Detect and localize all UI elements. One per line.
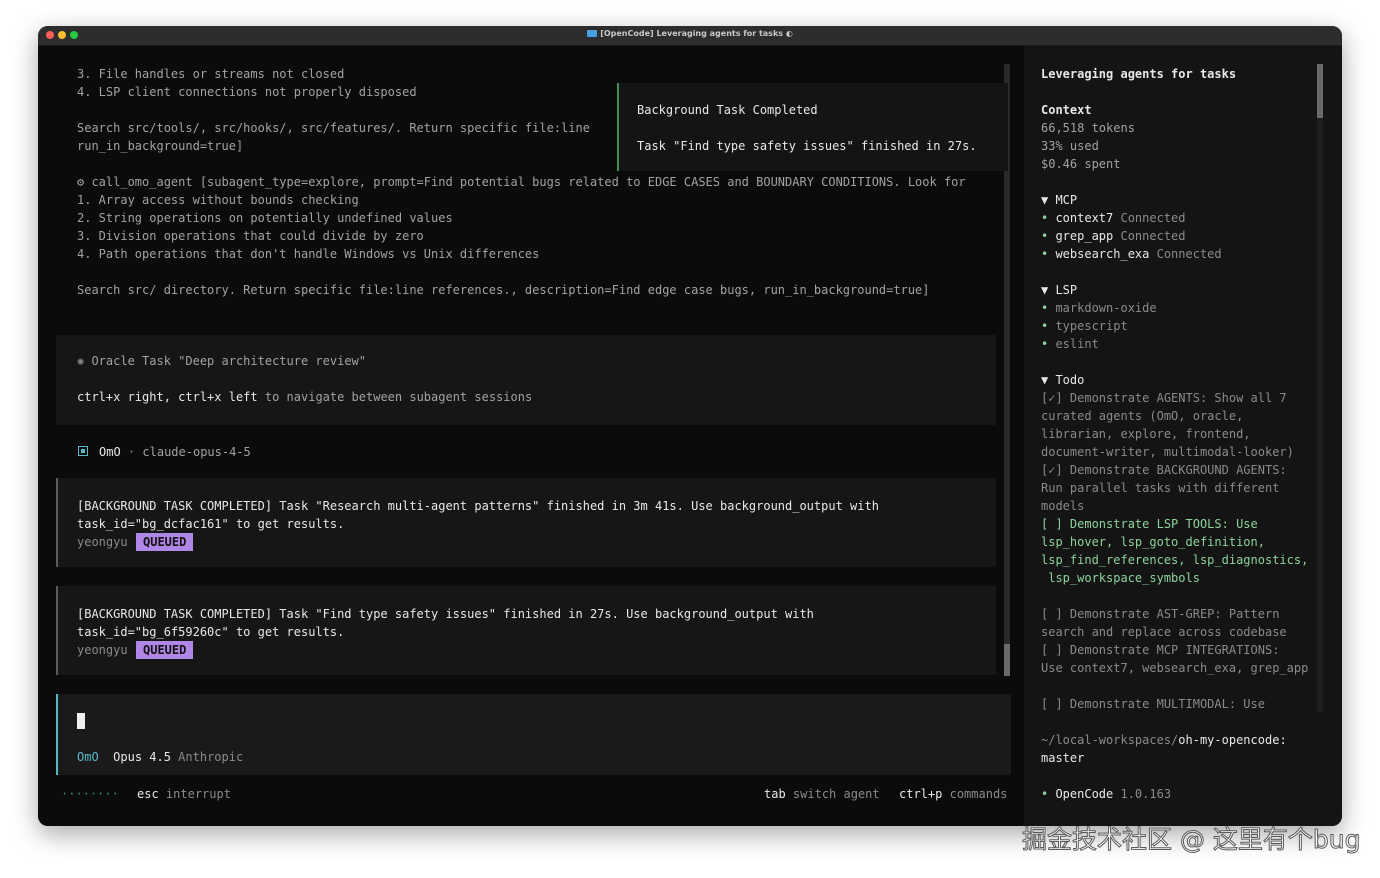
message-user: yeongyu (77, 643, 128, 657)
background-task-toast[interactable]: Background Task Completed Task "Find typ… (617, 83, 1008, 171)
message-text: task_id="bg_6f59260c" to get results. (77, 625, 345, 639)
context-spent: $0.46 spent (1041, 157, 1121, 171)
output-line: 2. String operations on potentially unde… (77, 211, 453, 225)
context-heading: Context (1041, 103, 1092, 117)
todo-section-toggle[interactable]: ▼ Todo (1041, 371, 1084, 389)
status-dot-icon: • (1041, 211, 1056, 225)
watermark: 掘金技术社区 @ 这里有个bug (1021, 825, 1361, 855)
sidebar-scrollbar[interactable] (1317, 64, 1323, 712)
mcp-item: • context7 Connected (1041, 211, 1186, 225)
sidebar: Leveraging agents for tasks Context 66,5… (1024, 46, 1342, 826)
lsp-section-toggle[interactable]: ▼ LSP (1041, 281, 1077, 299)
output-line: 1. Array access without bounds checking (77, 193, 359, 207)
agent-model-line: OmO · claude-opus-4-5 (99, 445, 251, 459)
context-used: 33% used (1041, 139, 1099, 153)
context-tokens: 66,518 tokens (1041, 121, 1135, 135)
todo-line: document-writer, multimodal-looker) (1041, 445, 1294, 459)
commands-hint[interactable]: ctrl+p commands (899, 785, 1007, 803)
triangle-down-icon: ▼ (1041, 193, 1056, 207)
output-line: 3. Division operations that could divide… (77, 229, 424, 243)
todo-line: Run parallel tasks with different (1041, 481, 1280, 495)
queued-badge: QUEUED (136, 641, 194, 659)
message-text: [BACKGROUND TASK COMPLETED] Task "Find t… (77, 607, 814, 621)
text-cursor (77, 713, 85, 729)
todo-line: search and replace across codebase (1041, 625, 1287, 639)
toast-title: Background Task Completed (637, 103, 818, 117)
git-branch: master (1041, 751, 1085, 765)
session-pane: 3. File handles or streams not closed 4.… (38, 46, 1024, 826)
message-text: [BACKGROUND TASK COMPLETED] Task "Resear… (77, 499, 879, 513)
switch-agent-hint[interactable]: tab switch agent (764, 785, 880, 803)
terminal-window: [OpenCode] Leveraging agents for tasks ◐… (38, 26, 1342, 826)
status-dot-icon: • (1041, 229, 1056, 243)
queued-message[interactable]: [BACKGROUND TASK COMPLETED] Task "Find t… (56, 586, 996, 675)
gear-icon: ⚙ (77, 175, 92, 189)
output-line: Search src/tools/, src/hooks/, src/featu… (77, 121, 590, 135)
todo-line-active: lsp_find_references, lsp_diagnostics, (1041, 553, 1309, 567)
app-version: • OpenCode 1.0.163 (1041, 787, 1172, 801)
status-dot-icon: • (1041, 787, 1056, 801)
todo-line: models (1041, 499, 1085, 513)
input-border (56, 694, 58, 775)
interrupt-hint[interactable]: esc interrupt (137, 785, 231, 803)
scrollbar-thumb[interactable] (1004, 644, 1010, 676)
agent-indicator-icon (78, 446, 88, 456)
lsp-item: • eslint (1041, 337, 1099, 351)
session-title: Leveraging agents for tasks (1041, 67, 1237, 81)
todo-line: Use context7, websearch_exa, grep_app (1041, 661, 1309, 675)
scrollbar-thumb[interactable] (1317, 64, 1323, 118)
todo-line: [✓] Demonstrate AGENTS: Show all 7 (1041, 391, 1287, 405)
status-dot-icon: • (1041, 337, 1056, 351)
triangle-down-icon: ▼ (1041, 373, 1056, 387)
spinner-icon: ✺ (77, 354, 92, 368)
mcp-section-toggle[interactable]: ▼ MCP (1041, 191, 1077, 209)
triangle-down-icon: ▼ (1041, 283, 1056, 297)
todo-line: [✓] Demonstrate BACKGROUND AGENTS: (1041, 463, 1287, 477)
toast-body: Task "Find type safety issues" finished … (637, 139, 977, 153)
output-line: 4. LSP client connections not properly d… (77, 85, 417, 99)
lsp-item: • markdown-oxide (1041, 301, 1157, 315)
prompt-input[interactable]: OmO Opus 4.5 Anthropic (56, 694, 1011, 775)
status-dot-icon: • (1041, 247, 1056, 261)
queued-message[interactable]: [BACKGROUND TASK COMPLETED] Task "Resear… (56, 478, 996, 567)
workspace-path: ~/local-workspaces/oh-my-opencode: (1041, 733, 1287, 747)
todo-line-active: lsp_hover, lsp_goto_definition, (1041, 535, 1265, 549)
todo-line: curated agents (OmO, oracle, (1041, 409, 1244, 423)
todo-line: [ ] Demonstrate AST-GREP: Pattern (1041, 607, 1280, 621)
navigation-hint: ctrl+x right, ctrl+x left to navigate be… (77, 390, 533, 404)
output-line: run_in_background=true] (77, 139, 244, 153)
subagent-panel[interactable]: ✺ Oracle Task "Deep architecture review"… (56, 335, 996, 425)
message-user: yeongyu (77, 535, 128, 549)
todo-line: [ ] Demonstrate MULTIMODAL: Use (1041, 697, 1265, 711)
mcp-item: • websearch_exa Connected (1041, 247, 1222, 261)
output-line: 4. Path operations that don't handle Win… (77, 247, 540, 261)
lsp-item: • typescript (1041, 319, 1128, 333)
input-model-line: OmO Opus 4.5 Anthropic (77, 750, 244, 764)
message-border (56, 586, 58, 675)
mcp-item: • grep_app Connected (1041, 229, 1186, 243)
queued-badge: QUEUED (136, 533, 194, 551)
tool-call-line: ⚙ call_omo_agent [subagent_type=explore,… (77, 175, 966, 189)
message-border (56, 478, 58, 567)
todo-line: librarian, explore, frontend, (1041, 427, 1251, 441)
todo-line-active: [ ] Demonstrate LSP TOOLS: Use (1041, 517, 1258, 531)
status-dot-icon: • (1041, 301, 1056, 315)
activity-dots: ········ (61, 787, 119, 801)
output-line: 3. File handles or streams not closed (77, 67, 345, 81)
todo-line: [ ] Demonstrate MCP INTEGRATIONS: (1041, 643, 1280, 657)
output-line: Search src/ directory. Return specific f… (77, 283, 930, 297)
todo-line-active: lsp_workspace_symbols (1041, 571, 1200, 585)
folder-icon (587, 30, 598, 37)
title-bar: [OpenCode] Leveraging agents for tasks ◐ (38, 26, 1342, 46)
window-title: [OpenCode] Leveraging agents for tasks ◐ (38, 29, 1342, 38)
status-dot-icon: • (1041, 319, 1056, 333)
message-text: task_id="bg_dcfac161" to get results. (77, 517, 345, 531)
oracle-task-line: ✺ Oracle Task "Deep architecture review" (77, 354, 366, 368)
